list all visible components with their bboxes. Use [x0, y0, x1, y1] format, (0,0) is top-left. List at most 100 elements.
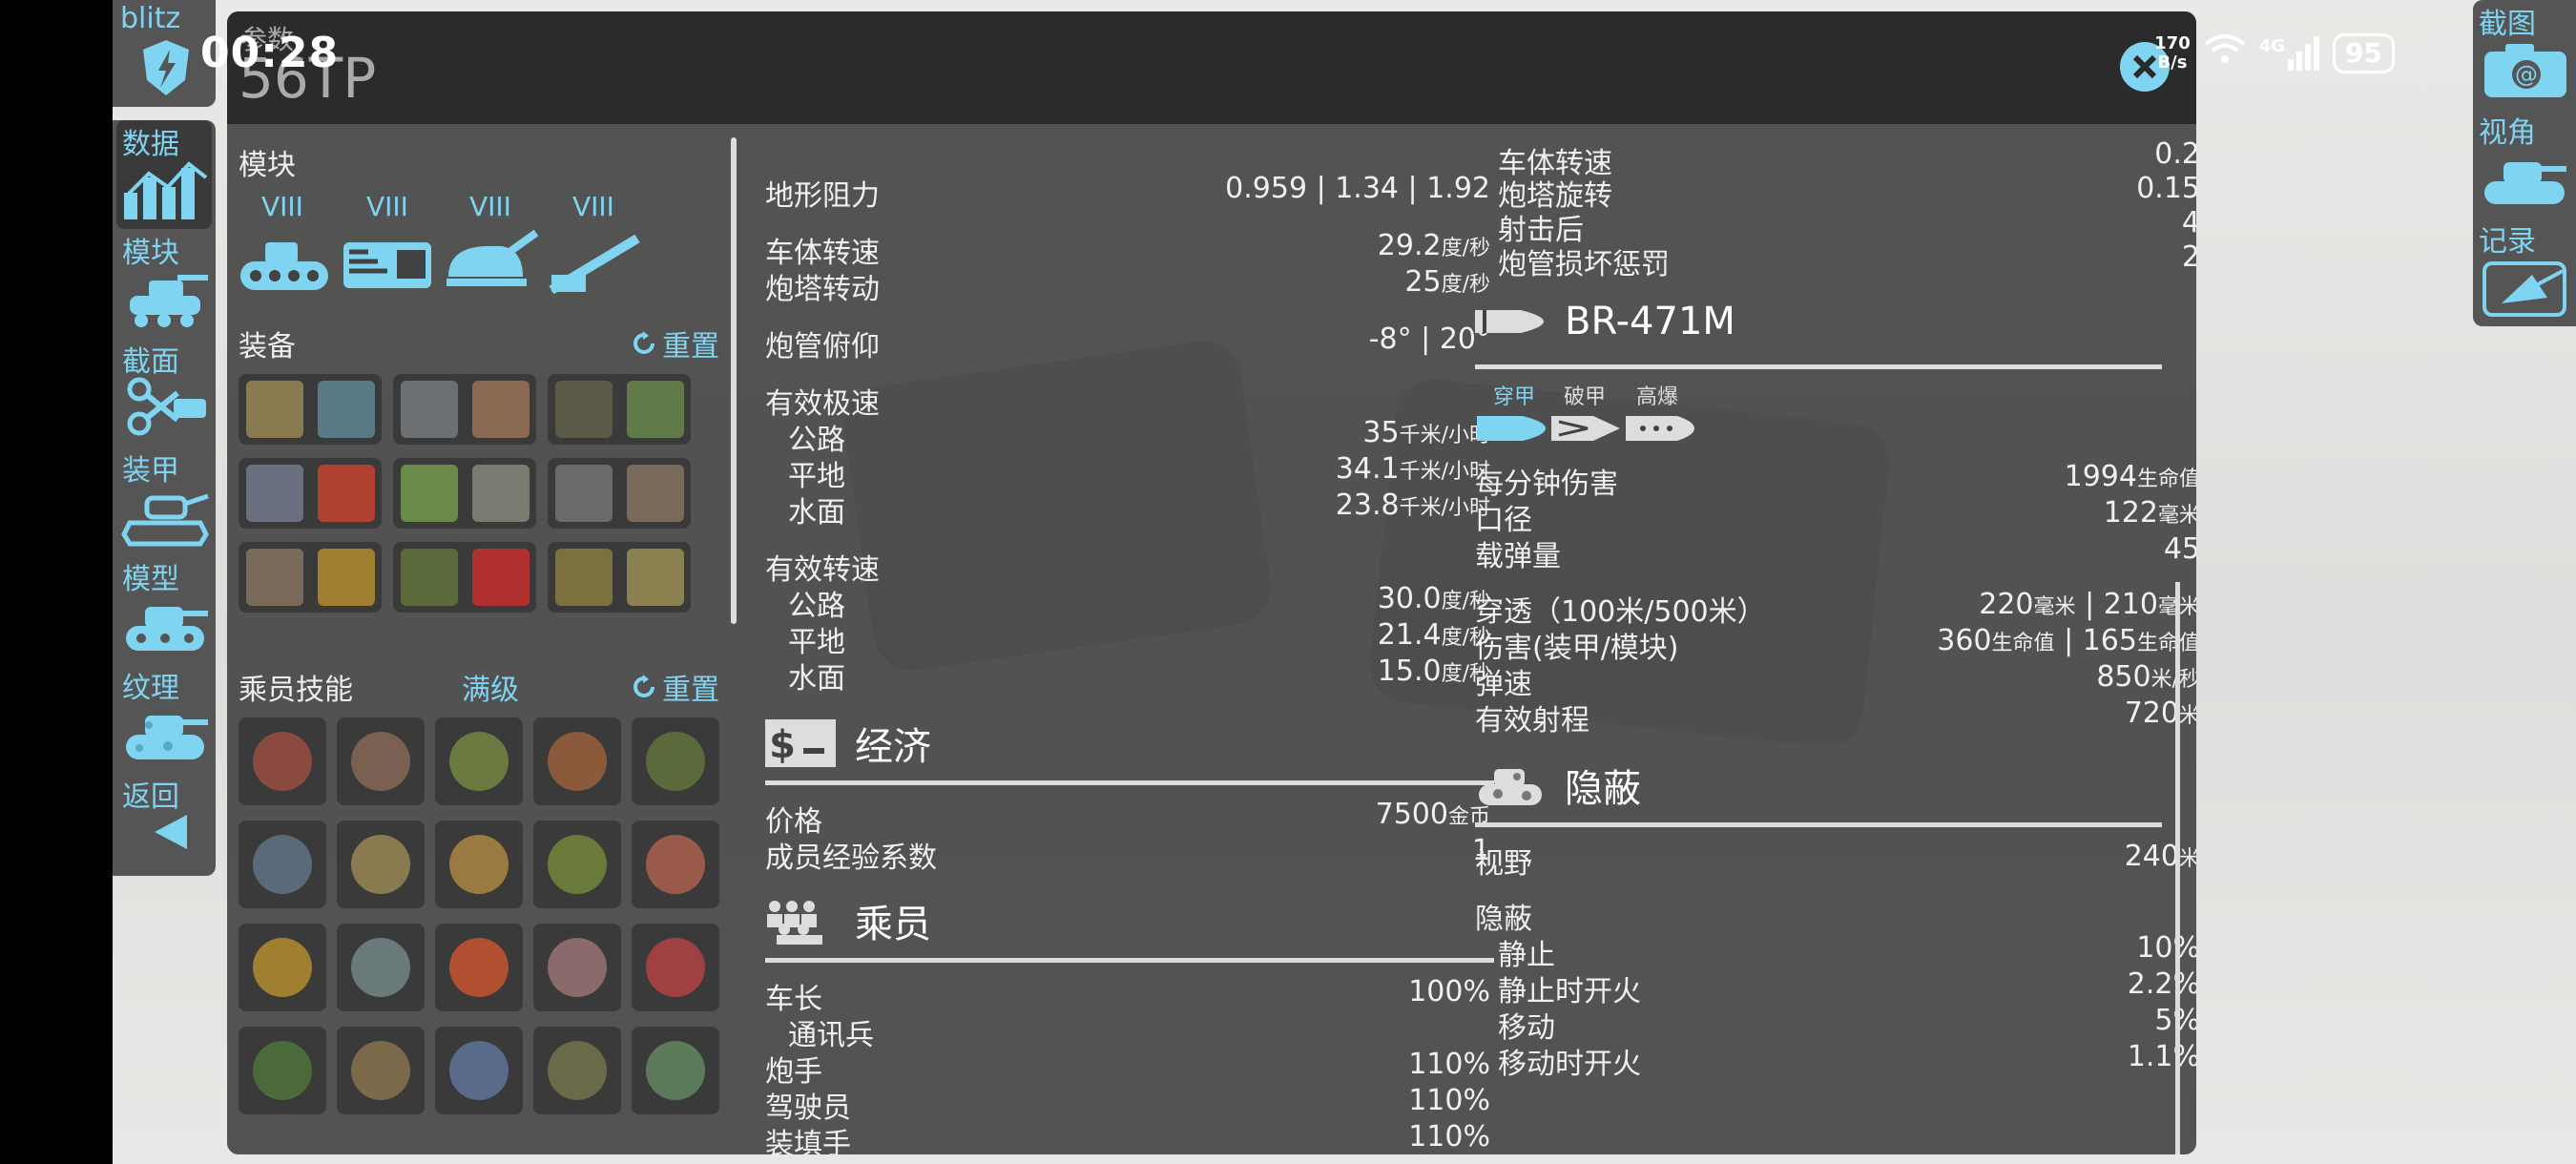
road-traverse-value: 30.0度/秒 [1377, 582, 1490, 615]
crew-skill-slot[interactable] [533, 717, 621, 805]
skill-icon [548, 1041, 607, 1100]
crew-icon [767, 901, 822, 945]
flat-speed-value: 34.1千米/小时 [1335, 452, 1490, 486]
camo-still-fire-value: 2.2% [2127, 967, 2196, 1001]
svg-text:@: @ [2515, 61, 2538, 88]
equipment-icon [245, 465, 303, 522]
equipment-icon [626, 549, 684, 606]
turret-module-icon[interactable] [443, 229, 538, 296]
equipment-icon [471, 381, 530, 438]
module-tier: VIII [469, 191, 511, 222]
crew-skill-slot[interactable] [337, 924, 425, 1011]
crew-skill-slot[interactable] [239, 717, 326, 805]
crew-skill-slot[interactable] [632, 924, 719, 1011]
ammo-tab-heat[interactable]: 破甲 [1551, 380, 1618, 410]
equipment-icon [245, 381, 303, 438]
equipment-slot-pair[interactable] [393, 458, 536, 529]
equipment-slot-pair[interactable] [393, 542, 536, 613]
nav-data[interactable]: 数据 [116, 120, 212, 229]
crew-skill-slot[interactable] [435, 1027, 523, 1114]
scissors-icon [127, 377, 206, 436]
equipment-slot-pair[interactable] [239, 542, 382, 613]
brand-label: blitz [120, 2, 181, 35]
road-speed-value: 35千米/小时 [1362, 416, 1490, 449]
effective-range-value: 720米 [2124, 696, 2196, 730]
nav-texture[interactable]: 纹理 [116, 664, 212, 773]
crew-skill-slot[interactable] [435, 821, 523, 908]
loadout-column: 模块 VIII VIII VIII VIII 装备 重置 乘员技能 满级 重置 [227, 124, 733, 1154]
engine-module-icon[interactable] [340, 229, 435, 296]
equipment-reset-button[interactable]: 重置 [632, 322, 719, 364]
crew-skill-slot[interactable] [337, 1027, 425, 1114]
heat-shell-icon[interactable] [1549, 408, 1622, 448]
right-nav: 截图 @ 视角 记录 [2473, 0, 2576, 326]
equipment-icon [400, 549, 458, 606]
gun-module-icon[interactable] [546, 229, 641, 296]
suspension-module-icon[interactable] [237, 229, 332, 296]
shell-icon [1475, 310, 1544, 333]
modules-title: 模块 [239, 149, 296, 182]
view-range-value: 240米 [2124, 840, 2196, 873]
back-arrow-icon [155, 815, 187, 849]
crew-skill-slot[interactable] [533, 821, 621, 908]
equipment-icon [317, 465, 375, 522]
left-nav: blitz 数据 模块 截面 装甲 模型 纹理 返回 [113, 0, 216, 876]
gun-elevation-value: -8° | 20° [1368, 322, 1490, 356]
nav-modules[interactable]: 模块 [116, 229, 212, 338]
net-speed: 170 B/s [2154, 33, 2191, 73]
equipment-slot-pair[interactable] [548, 542, 691, 613]
terrain-resistance-label: 地形阻力 [765, 179, 880, 213]
shell-velocity-value: 850米/秒 [2096, 660, 2196, 694]
ammo-capacity-value: 45 [2163, 532, 2196, 566]
caliber-value: 122毫米 [2103, 496, 2196, 530]
crew-skill-slot[interactable] [239, 1027, 326, 1114]
skill-icon [351, 938, 410, 997]
dpm-value: 1994生命值 [2064, 460, 2196, 493]
crew-skill-slot[interactable] [632, 1027, 719, 1114]
crew-skill-slot[interactable] [533, 1027, 621, 1114]
nav-back[interactable]: 返回 [116, 773, 212, 882]
column-divider[interactable] [731, 137, 737, 624]
ammo-tab-he[interactable]: 高爆 [1624, 380, 1691, 410]
nav-view-angle[interactable]: 视角 [2473, 109, 2576, 216]
crew-skill-slot[interactable] [435, 717, 523, 805]
equipment-title: 装备 [239, 330, 296, 364]
module-tier: VIII [366, 191, 408, 222]
dispersion-after-shot-value: 4 [2181, 206, 2196, 239]
nav-cross-section[interactable]: 截面 [116, 338, 212, 447]
skill-icon [646, 732, 705, 791]
he-shell-icon[interactable] [1624, 408, 1696, 448]
firepower-column: 车体转速 0.2 炮塔旋转 0.15 射击后 4 炮管损坏惩罚 2 BR-471… [1475, 124, 2196, 1154]
nav-model[interactable]: 模型 [116, 555, 212, 664]
camo-moving-fire-value: 1.1% [2127, 1040, 2196, 1073]
equipment-slot-pair[interactable] [239, 374, 382, 445]
right-scrollbar[interactable] [2175, 582, 2180, 1154]
crew-skill-slot[interactable] [337, 821, 425, 908]
skill-icon [449, 732, 509, 791]
water-speed-value: 23.8千米/小时 [1335, 488, 1490, 522]
equipment-slot-pair[interactable] [393, 374, 536, 445]
crew-skill-slot[interactable] [337, 717, 425, 805]
crew-skills-reset-button[interactable]: 重置 [632, 666, 719, 708]
ammo-tab-ap[interactable]: 穿甲 [1481, 380, 1548, 410]
crew-skill-slot[interactable] [632, 821, 719, 908]
nav-armor[interactable]: 装甲 [116, 447, 212, 555]
equipment-icon [554, 381, 613, 438]
ap-shell-icon[interactable] [1475, 408, 1548, 448]
crew-skill-level[interactable]: 满级 [462, 666, 519, 708]
equipment-slot-pair[interactable] [548, 458, 691, 529]
crew-skill-slot[interactable] [632, 717, 719, 805]
equipment-slot-pair[interactable] [548, 374, 691, 445]
camera-icon: @ [2484, 44, 2566, 97]
crew-skill-slot[interactable] [239, 924, 326, 1011]
crew-skill-slot[interactable] [435, 924, 523, 1011]
nav-record[interactable]: 记录 [2473, 218, 2576, 324]
skill-icon [449, 1041, 509, 1100]
crew-skill-slot[interactable] [533, 924, 621, 1011]
water-label: 水面 [788, 496, 845, 530]
price-value: 7500金币 [1375, 798, 1490, 831]
module-tier: VIII [572, 191, 614, 222]
nav-screenshot[interactable]: 截图 @ [2473, 0, 2576, 107]
crew-skill-slot[interactable] [239, 821, 326, 908]
equipment-slot-pair[interactable] [239, 458, 382, 529]
